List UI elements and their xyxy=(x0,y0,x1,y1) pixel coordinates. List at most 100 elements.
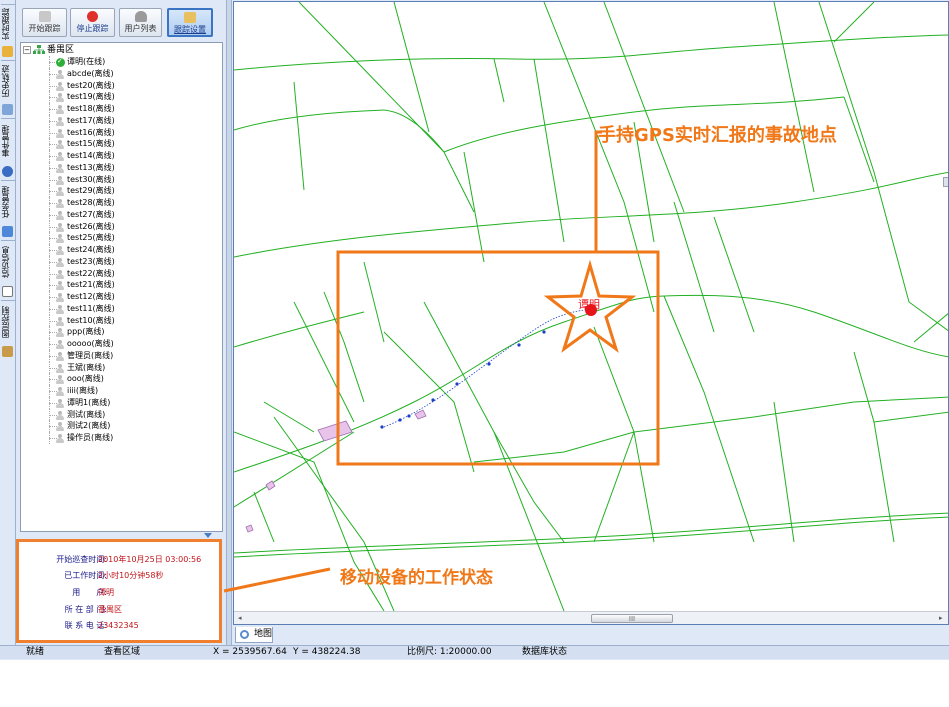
tree-user-item[interactable]: test17(离线) xyxy=(21,114,221,127)
status-mode: 查看区域 xyxy=(104,647,141,657)
tree-user-item[interactable]: abcde(离线) xyxy=(21,67,221,80)
offline-user-icon xyxy=(56,199,64,208)
tree-user-item[interactable]: iiii(离线) xyxy=(21,385,221,397)
tree-user-label: test27(离线) xyxy=(67,209,115,219)
offline-user-icon xyxy=(56,163,64,173)
tree-user-list: 谭明(在线) abcde(离线) test20(离线) test19(离线) test1… xyxy=(21,56,221,444)
tree-user-label: test12(离线) xyxy=(67,292,115,301)
tree-user-item[interactable]: test27(离线) xyxy=(21,208,221,221)
phone-value: 23432345 xyxy=(98,621,139,630)
department-value: 番禺区 xyxy=(98,605,122,614)
tree-user-label: test11(离线) xyxy=(67,303,115,313)
tree-user-item[interactable]: ooo(离线) xyxy=(21,373,221,385)
user-tree[interactable]: − 番禺区 谭明(在线) abcde(离线) test20(离线) test19(离线)… xyxy=(20,42,223,532)
scroll-thumb[interactable]: III xyxy=(591,614,673,623)
task-icon xyxy=(2,226,13,237)
tree-user-item[interactable]: test16(离线) xyxy=(21,126,221,139)
tab-map[interactable]: 地图 xyxy=(235,627,273,643)
tree-user-label: ooo(离线) xyxy=(67,374,104,384)
scroll-left-icon[interactable]: ◂ xyxy=(238,614,242,622)
offline-user-icon xyxy=(56,304,64,314)
tree-user-item[interactable]: 操作员(离线) xyxy=(21,432,221,444)
tracking-toolbar: 开始跟踪 停止跟踪 用户列表 跟踪设置 xyxy=(22,8,222,38)
offline-user-icon xyxy=(56,281,64,291)
tab-event-management[interactable]: 事件管理 xyxy=(1,118,15,164)
tree-user-item[interactable]: test30(离线) xyxy=(21,173,221,186)
tree-user-label: test26(离线) xyxy=(67,221,115,231)
tree-user-label: test29(离线) xyxy=(67,186,115,196)
map-canvas[interactable]: 谭明 xyxy=(234,2,949,611)
tree-user-item[interactable]: 王斌(离线) xyxy=(21,361,221,374)
tracking-settings-button[interactable]: 跟踪设置 xyxy=(167,8,213,37)
start-tracking-button[interactable]: 开始跟踪 xyxy=(22,8,67,37)
tree-user-item[interactable]: test24(离线) xyxy=(21,244,221,256)
map-horizontal-scrollbar[interactable]: ◂ III ▸ xyxy=(234,611,948,624)
collapse-icon[interactable]: − xyxy=(23,45,31,54)
start-time-row: 开始巡查时间: 2010年10月25日 03:00:56 xyxy=(19,553,219,566)
offline-user-icon xyxy=(56,175,64,185)
incident-leader-line xyxy=(594,130,602,252)
phone-row: 联 系 电 话: 23432345 xyxy=(19,619,219,632)
tree-user-item[interactable]: test18(离线) xyxy=(21,103,221,115)
tree-user-item[interactable]: test22(离线) xyxy=(21,267,221,280)
tree-user-item[interactable]: test11(离线) xyxy=(21,302,221,315)
tree-root-label: 番禺区 xyxy=(47,45,75,55)
scroll-right-icon[interactable]: ▸ xyxy=(939,614,943,622)
app-window: 实时跟踪 历史轨迹 事件管理 任务管理 信访信息 图层控制 开始跟踪 停止跟踪 … xyxy=(0,0,949,660)
tree-user-item[interactable]: test29(离线) xyxy=(21,185,221,197)
tree-user-label: test18(离线) xyxy=(67,104,115,113)
tree-user-item[interactable]: test28(离线) xyxy=(21,197,221,209)
gps-incident-annotation: 手持GPS实时汇报的事故地点 xyxy=(598,125,837,146)
tree-user-item[interactable]: test13(离线) xyxy=(21,161,221,174)
worked-time-row: 已工作时间: 2小时10分钟58秒 xyxy=(19,569,219,582)
tree-user-label: 测试(离线) xyxy=(67,409,106,419)
tree-user-item[interactable]: test21(离线) xyxy=(21,279,221,291)
offline-user-icon xyxy=(56,81,64,91)
vertical-scroll-marker[interactable] xyxy=(943,177,948,187)
device-status-leader-line xyxy=(223,567,331,593)
tree-user-item[interactable]: 测试2(离线) xyxy=(21,420,221,432)
tab-layer-control[interactable]: 图层控制 xyxy=(1,300,15,344)
stop-icon xyxy=(87,11,98,22)
offline-user-icon xyxy=(56,328,64,338)
tree-user-item[interactable]: 管理员(离线) xyxy=(21,349,221,362)
tab-petition-info[interactable]: 信访信息 xyxy=(1,240,15,284)
scroll-down-icon[interactable] xyxy=(204,533,212,538)
tree-user-item[interactable]: test12(离线) xyxy=(21,291,221,303)
status-ready: 就绪 xyxy=(26,647,45,657)
map-view[interactable]: 谭明 ◂ III ▸ xyxy=(233,1,949,625)
offline-user-icon xyxy=(56,152,64,161)
tree-user-label: test25(离线) xyxy=(67,233,115,243)
tree-user-item[interactable]: test15(离线) xyxy=(21,138,221,150)
tree-user-label: test21(离线) xyxy=(67,280,115,290)
tree-user-item[interactable]: test26(离线) xyxy=(21,220,221,233)
offline-user-icon xyxy=(56,398,64,408)
worked-time-value: 2小时10分钟58秒 xyxy=(98,571,164,580)
panel-splitter[interactable] xyxy=(226,0,232,645)
tree-user-item[interactable]: 谭明(在线) xyxy=(21,56,221,68)
tree-user-item[interactable]: ooooo(离线) xyxy=(21,338,221,350)
tree-user-label: 谭明1(离线) xyxy=(67,397,111,407)
tree-user-item[interactable]: test14(离线) xyxy=(21,150,221,162)
status-database: 数据库状态 xyxy=(522,647,568,657)
tree-user-item[interactable]: test23(离线) xyxy=(21,255,221,268)
tree-user-item[interactable]: 测试(离线) xyxy=(21,408,221,421)
tree-root[interactable]: − 番禺区 xyxy=(23,44,74,56)
tree-user-item[interactable]: ppp(离线) xyxy=(21,326,221,338)
stop-tracking-button[interactable]: 停止跟踪 xyxy=(70,8,115,37)
offline-user-icon xyxy=(56,187,64,197)
tree-user-item[interactable]: test10(离线) xyxy=(21,314,221,327)
tree-user-item[interactable]: test25(离线) xyxy=(21,232,221,244)
tree-user-item[interactable]: 谭明1(离线) xyxy=(21,396,221,409)
tab-task-management[interactable]: 任务管理 xyxy=(1,180,15,224)
tree-user-label: abcde(离线) xyxy=(67,68,114,78)
tree-user-label: ppp(离线) xyxy=(67,327,105,337)
user-list-button[interactable]: 用户列表 xyxy=(119,8,162,37)
user-row: 用 户: 谭明 xyxy=(19,586,219,599)
tree-user-item[interactable]: test19(离线) xyxy=(21,91,221,103)
tab-history-track[interactable]: 历史轨迹 xyxy=(1,60,15,102)
offline-user-icon xyxy=(56,128,64,138)
tab-realtime-tracking[interactable]: 实时跟踪 xyxy=(1,4,15,44)
offline-user-icon xyxy=(56,340,64,349)
tree-user-item[interactable]: test20(离线) xyxy=(21,79,221,92)
